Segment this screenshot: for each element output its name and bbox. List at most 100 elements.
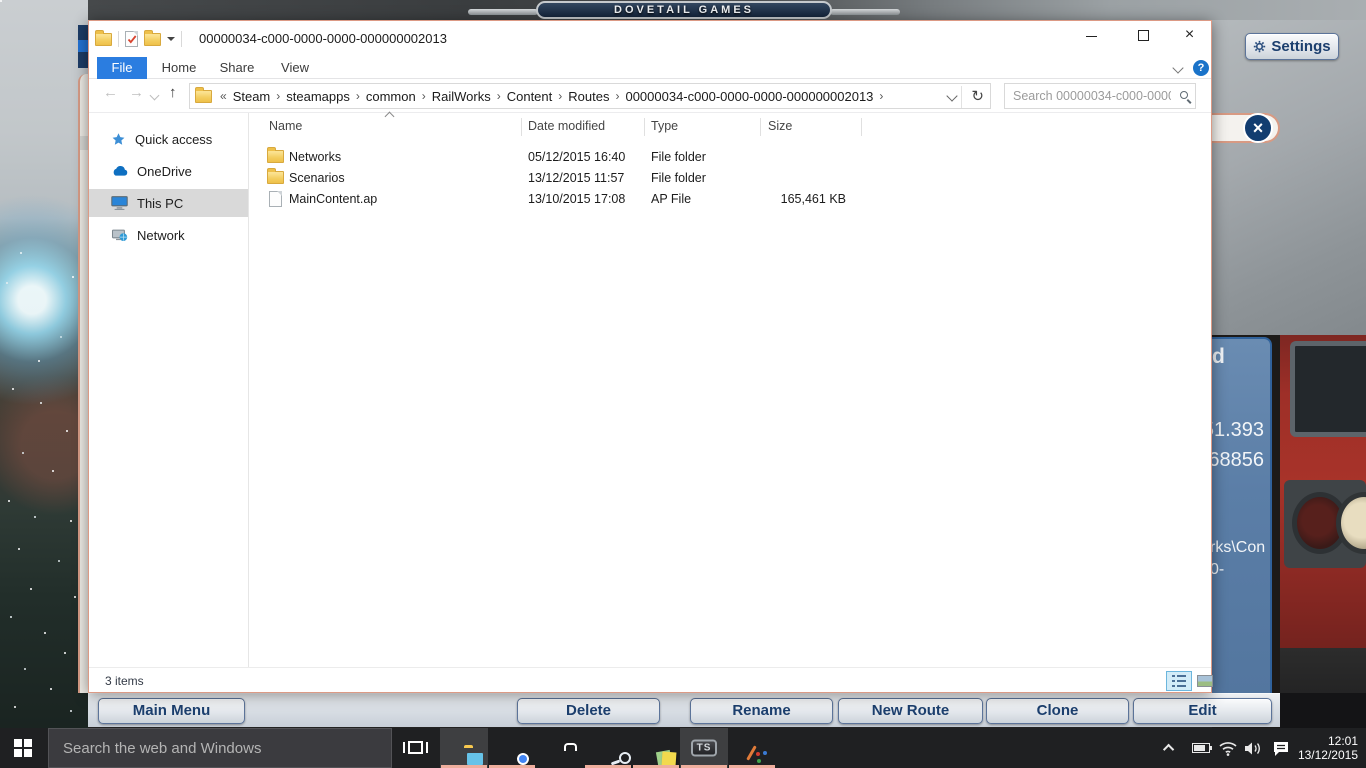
sidebar-item-network[interactable]: Network [89,221,248,249]
maximize-button[interactable] [1121,21,1166,51]
search-icon[interactable] [1180,91,1188,99]
tab-home[interactable]: Home [151,57,207,79]
tab-share[interactable]: Share [209,57,265,79]
breadcrumb-chevron-icon[interactable]: › [354,89,362,103]
panel-heading-fragment: d [1212,345,1225,369]
new-folder-icon[interactable] [144,33,161,46]
taskbar-train-simulator[interactable]: TS [680,728,728,768]
tray-expand-icon[interactable] [1163,744,1174,755]
up-icon[interactable]: ↑ [169,84,177,101]
column-header-date-modified[interactable]: Date modified [528,119,605,133]
recent-locations-icon[interactable] [150,91,160,101]
taskbar-chrome[interactable] [488,728,536,768]
sidebar-item-this-pc[interactable]: This PC [89,189,248,217]
sidebar-item-onedrive[interactable]: OneDrive [89,157,248,185]
properties-icon[interactable] [125,31,138,47]
title-bar[interactable]: 00000034-c000-0000-0000-000000002013 × [89,21,1211,57]
file-row-networks[interactable]: Networks 05/12/2015 16:40 File folder [255,147,1205,168]
breadcrumb-content[interactable]: Content [503,89,557,104]
ribbon-tabs: File Home Share View ? [89,57,1211,79]
taskbar-steam[interactable] [584,728,632,768]
breadcrumb-route-guid[interactable]: 00000034-c000-0000-0000-000000002013 [621,89,877,104]
column-header-type[interactable]: Type [651,119,678,133]
taskbar-clock[interactable]: 12:01 13/12/2015 [1296,734,1358,762]
file-type: File folder [651,171,706,185]
folder-icon [267,150,284,163]
column-header-size[interactable]: Size [768,119,792,133]
tab-view[interactable]: View [267,57,323,79]
breadcrumb-overflow[interactable]: « [218,89,229,103]
breadcrumb-chevron-icon[interactable]: › [420,89,428,103]
close-button[interactable]: × [1167,21,1212,51]
breadcrumb-chevron-icon[interactable]: › [877,89,885,103]
breadcrumb-chevron-icon[interactable]: › [274,89,282,103]
sidebar-item-label: This PC [137,196,183,211]
tab-file[interactable]: File [97,57,147,79]
delete-button[interactable]: Delete [517,698,660,724]
taskbar-file-explorer[interactable] [440,728,488,768]
main-menu-button[interactable]: Main Menu [98,698,245,724]
task-view-button[interactable] [398,728,434,768]
sidebar-item-quick-access[interactable]: Quick access [89,125,248,153]
game-list-panel-band [80,136,88,150]
file-row-scenarios[interactable]: Scenarios 13/12/2015 11:57 File folder [255,168,1205,189]
taskbar: TS 12:01 13/12/2015 [0,728,1366,768]
taskbar-paint[interactable] [728,728,776,768]
screen: DOVETAIL GAMES Settings × d 51.393 16885… [0,0,1366,768]
search-input[interactable] [1005,84,1195,108]
column-separator[interactable] [861,118,862,136]
forward-icon[interactable]: → [129,84,144,101]
file-row-maincontent[interactable]: MainContent.ap 13/10/2015 17:08 AP File … [255,189,1205,210]
action-center-icon[interactable] [1272,741,1290,757]
column-separator[interactable] [644,118,645,136]
help-icon[interactable]: ? [1193,60,1209,76]
game-footer-panel: Main Menu Delete Rename New Route Clone … [88,693,1280,727]
breadcrumb-steam[interactable]: Steam [229,89,275,104]
breadcrumb-chevron-icon[interactable]: › [495,89,503,103]
taskbar-store[interactable] [536,728,584,768]
file-name: Networks [289,150,341,164]
file-type: AP File [651,192,691,206]
qat-customize-caret-icon[interactable] [167,37,175,45]
thumbnail-view-button[interactable] [1193,672,1217,690]
volume-icon[interactable] [1244,741,1264,756]
file-size: 165,461 KB [725,192,846,206]
new-route-button[interactable]: New Route [838,698,983,724]
column-separator[interactable] [521,118,522,136]
refresh-icon[interactable]: ↻ [971,87,984,105]
column-separator[interactable] [760,118,761,136]
taskbar-search-input[interactable] [49,729,391,767]
address-dropdown-icon[interactable] [946,90,957,101]
ribbon-expand-icon[interactable] [1172,62,1183,73]
minimize-button[interactable] [1069,21,1114,51]
banner-wing-right [830,9,900,15]
edit-button[interactable]: Edit [1133,698,1272,724]
breadcrumb-chevron-icon[interactable]: › [556,89,564,103]
status-bar: 3 items [89,667,1211,692]
game-tab-edge-accent [78,40,88,52]
taskbar-sticky-notes[interactable] [632,728,680,768]
breadcrumb-common[interactable]: common [362,89,420,104]
details-view-button[interactable] [1167,672,1191,690]
breadcrumb-routes[interactable]: Routes [564,89,613,104]
breadcrumb-steamapps[interactable]: steamapps [282,89,354,104]
address-bar[interactable]: « Steam› steamapps› common› RailWorks› C… [189,83,991,109]
wifi-icon[interactable] [1218,741,1238,756]
rename-button[interactable]: Rename [690,698,833,724]
sort-ascending-icon[interactable] [385,112,395,122]
address-folder-icon [195,90,212,103]
column-header-name[interactable]: Name [269,119,302,133]
battery-icon[interactable] [1192,743,1210,753]
game-close-button[interactable]: × [1243,113,1273,143]
qat-separator [118,31,119,47]
explorer-main: Quick access OneDrive This PC Network Na… [89,113,1211,667]
panel-path-fragment-2: 0- [1210,561,1224,579]
settings-button[interactable]: Settings [1245,33,1339,60]
breadcrumb-chevron-icon[interactable]: › [613,89,621,103]
back-icon[interactable]: ← [103,84,118,101]
qat-separator [181,31,182,47]
clone-button[interactable]: Clone [986,698,1129,724]
breadcrumb-railworks[interactable]: RailWorks [428,89,495,104]
start-button[interactable] [0,728,48,768]
minimize-icon [1086,36,1097,37]
